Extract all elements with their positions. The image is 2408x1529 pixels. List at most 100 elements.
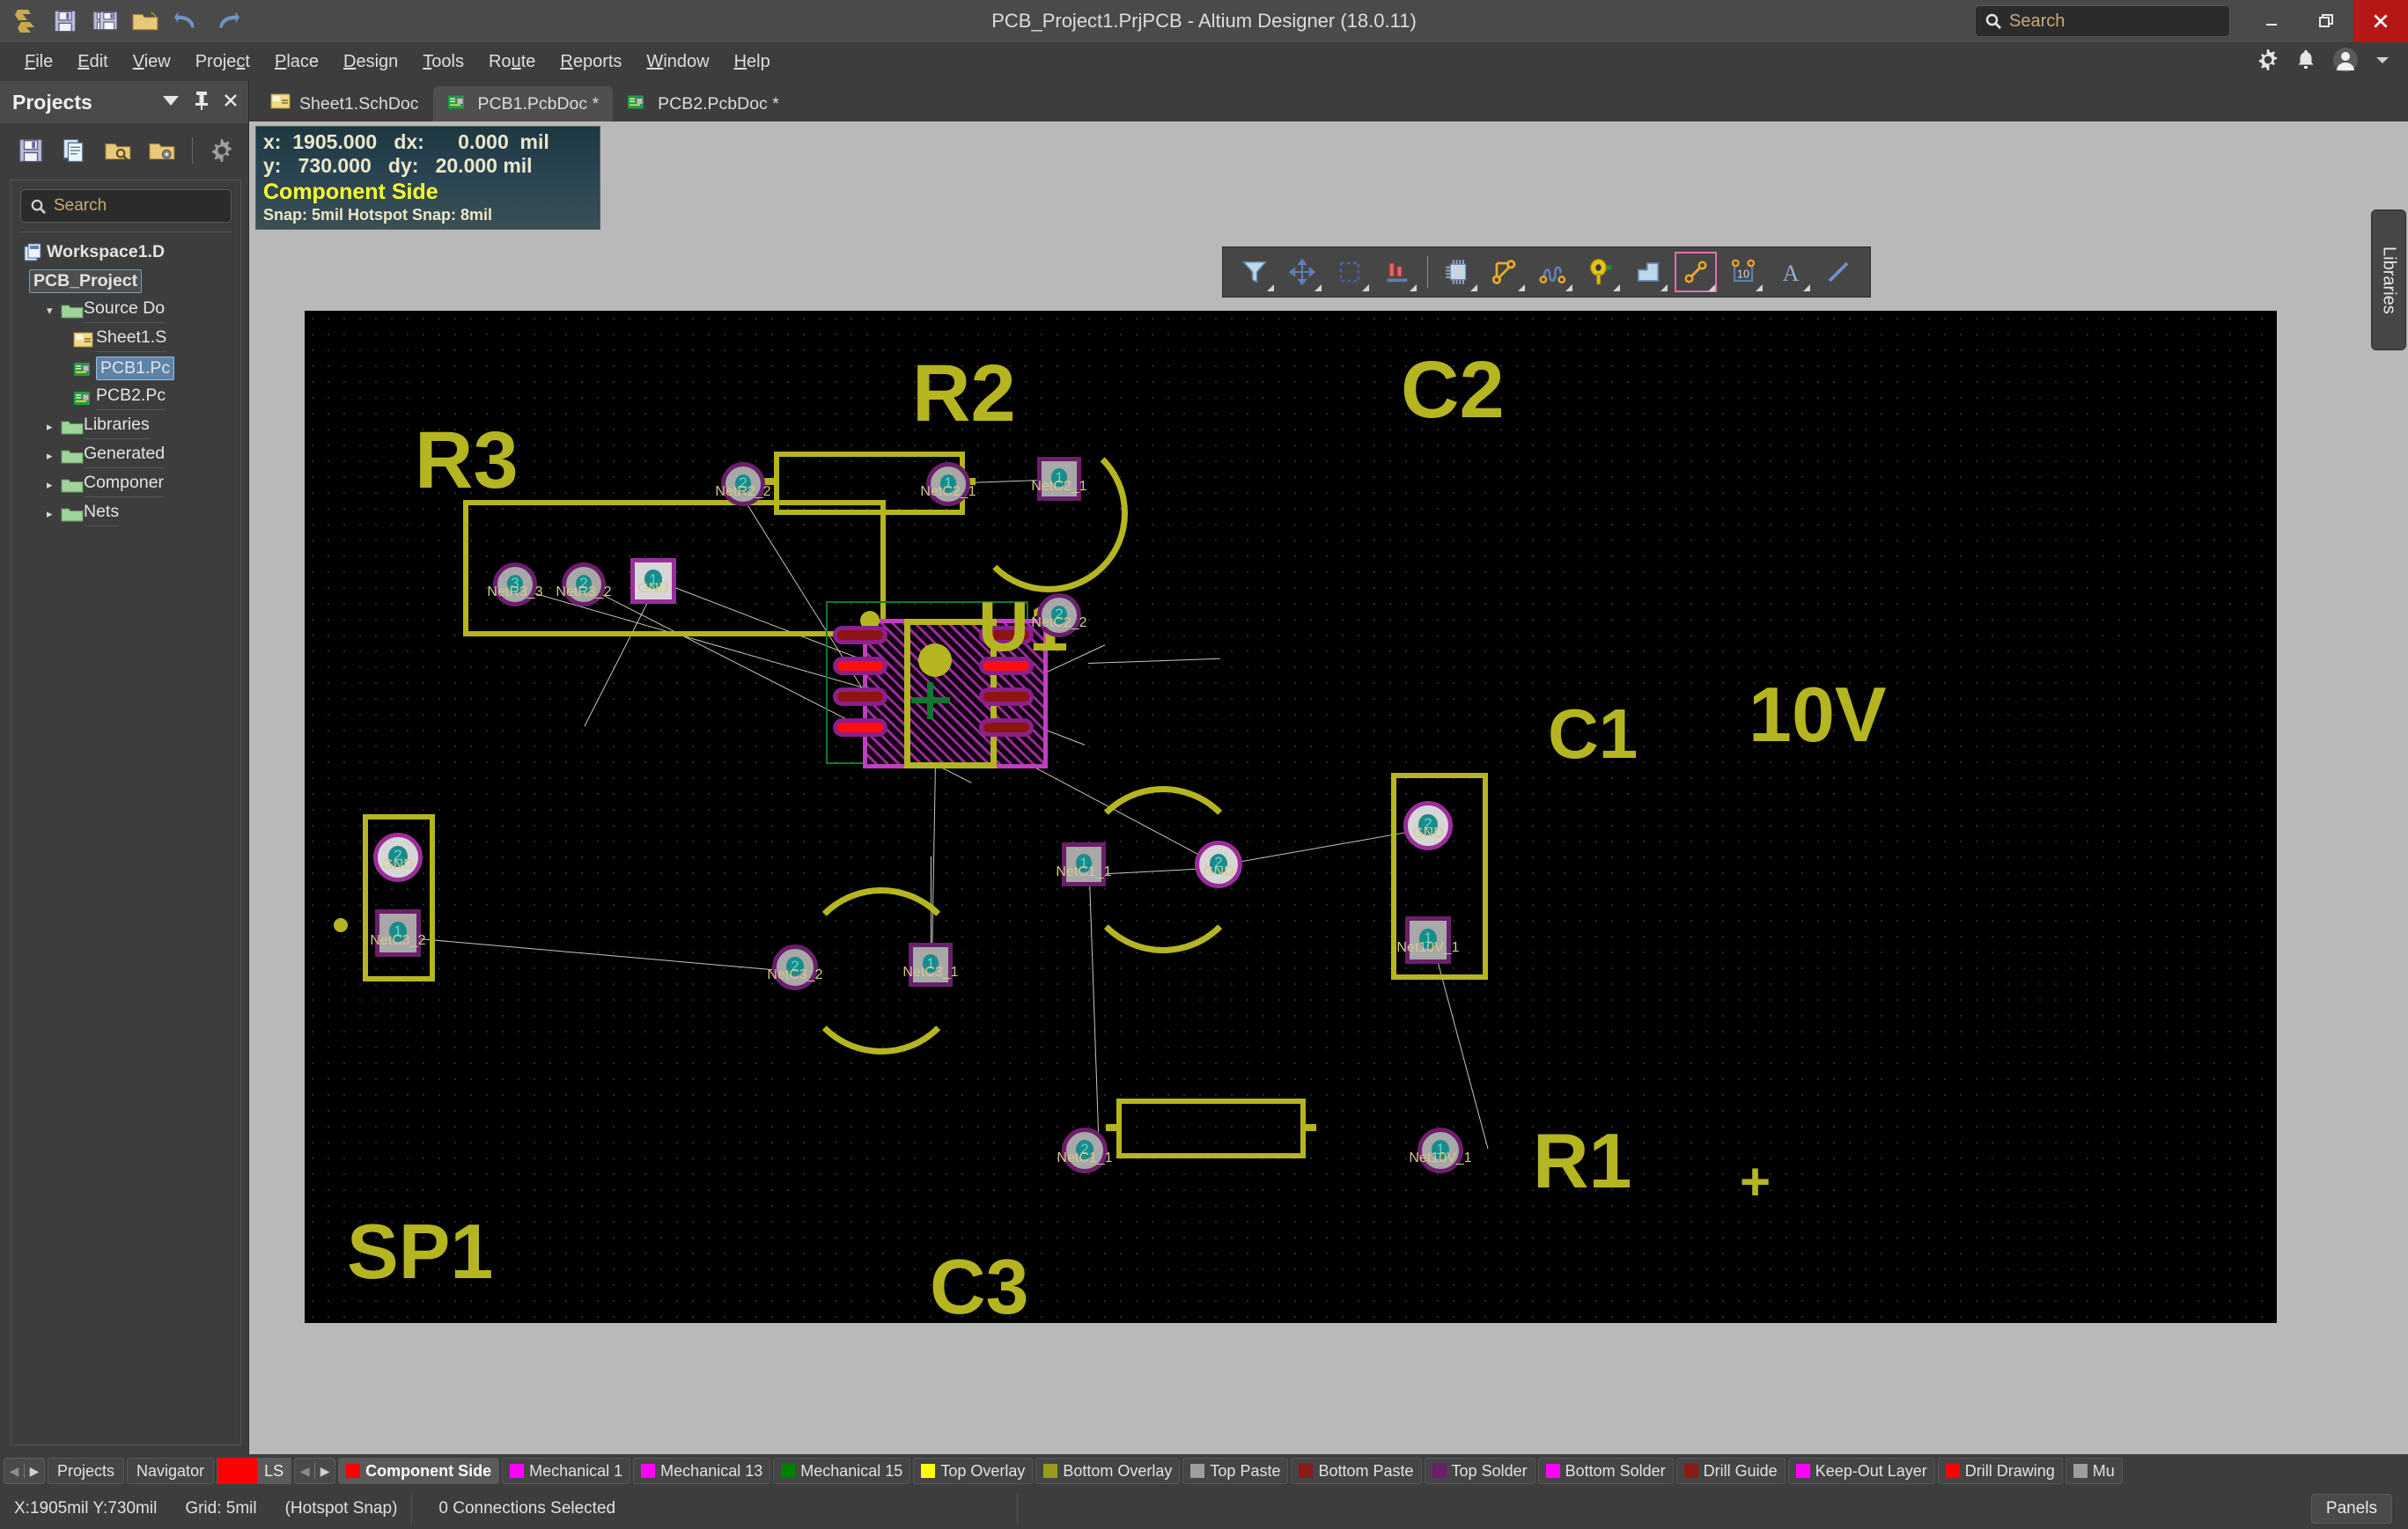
projects-search-input[interactable]: Search <box>20 189 232 223</box>
interactive-routing-icon[interactable] <box>1483 250 1528 294</box>
panels-button[interactable]: Panels <box>2310 1493 2392 1524</box>
layer-tab-nav[interactable]: ◀ ▶ <box>294 1458 336 1484</box>
pcb-canvas[interactable]: R3 R2 C2 U1 C1 10V SP1 C3 R1 + 2 NetR2_2… <box>249 121 2408 1454</box>
save-icon[interactable] <box>48 4 83 39</box>
u1-pad[interactable] <box>979 718 1034 737</box>
u1-pad[interactable] <box>833 718 887 737</box>
user-avatar-icon[interactable] <box>2332 47 2359 77</box>
layer-tab-bottom-solder[interactable]: Bottom Solder <box>1537 1458 1674 1484</box>
u1-pad[interactable] <box>833 657 887 675</box>
tree-item-nets[interactable]: ▸ Nets <box>11 499 240 528</box>
differential-pair-icon[interactable] <box>1530 250 1576 294</box>
pad-c2-1[interactable]: 1 NetC2_1 <box>1031 457 1087 501</box>
settings-icon[interactable] <box>202 130 242 171</box>
tree-item-pcb-project[interactable]: ▾ PCB_Project <box>11 267 240 296</box>
layer-tab-drill-drawing[interactable]: Drill Drawing <box>1937 1458 2063 1484</box>
menu-window[interactable]: Window <box>634 48 721 76</box>
tree-item-components[interactable]: ▸ Componer <box>11 470 240 499</box>
u1-pad[interactable] <box>833 626 887 644</box>
tree-item-generated[interactable]: ▸ Generated <box>11 441 240 470</box>
place-track-icon[interactable] <box>1815 250 1861 294</box>
pad-r3-2[interactable]: 2 NetR3_2 <box>556 562 612 606</box>
layer-tab-top-paste[interactable]: Top Paste <box>1182 1458 1289 1484</box>
menu-place[interactable]: Place <box>262 48 331 76</box>
pad-r1-1[interactable]: 1 Net10V_1 <box>1409 1128 1472 1173</box>
close-icon[interactable] <box>222 92 239 114</box>
tree-item-sheet1[interactable]: Sheet1.S <box>11 325 240 354</box>
pin-icon[interactable] <box>194 91 210 114</box>
close-button[interactable] <box>2353 0 2408 42</box>
place-string-icon[interactable]: A <box>1768 250 1814 294</box>
pad-sp1-2[interactable]: 2 GND <box>373 833 423 882</box>
save-all-icon[interactable] <box>88 4 123 39</box>
project-options-icon[interactable] <box>143 130 183 171</box>
minimize-button[interactable] <box>2244 0 2299 42</box>
menu-reports[interactable]: Reports <box>548 48 634 76</box>
place-pad-icon[interactable] <box>1578 250 1624 294</box>
pcb-board-area[interactable]: R3 R2 C2 U1 C1 10V SP1 C3 R1 + 2 NetR2_2… <box>305 311 2277 1330</box>
layer-tab-mechanical-15[interactable]: Mechanical 15 <box>773 1458 911 1484</box>
tree-item-workspace[interactable]: Workspace1.D <box>11 238 240 267</box>
panel-nav-next-icon[interactable]: ▶ <box>25 1464 44 1479</box>
layer-tab-drill-guide[interactable]: Drill Guide <box>1675 1458 1786 1484</box>
place-line-icon[interactable] <box>1673 250 1719 294</box>
layer-tab-top-solder[interactable]: Top Solder <box>1424 1458 1535 1484</box>
move-icon[interactable] <box>1279 250 1325 294</box>
bell-icon[interactable] <box>2295 48 2316 76</box>
align-icon[interactable] <box>1374 250 1420 294</box>
redo-icon[interactable] <box>210 4 245 39</box>
open-project-icon[interactable] <box>99 130 139 171</box>
layer-tab-bottom-overlay[interactable]: Bottom Overlay <box>1035 1458 1181 1484</box>
selection-rect-icon[interactable] <box>1327 250 1373 294</box>
tab-pcb2-pcbdoc[interactable]: PCB2.PcbDoc * <box>613 86 793 121</box>
place-dimension-icon[interactable]: 10 <box>1720 250 1766 294</box>
pad-r1-2[interactable]: 2 NetC1_1 <box>1057 1128 1113 1173</box>
filter-icon[interactable] <box>1232 250 1278 294</box>
menu-file[interactable]: File <box>12 48 65 76</box>
menu-edit[interactable]: Edit <box>65 48 120 76</box>
u1-pad[interactable] <box>979 687 1034 706</box>
expand-arrow-icon[interactable]: ▸ <box>47 420 61 434</box>
open-folder-icon[interactable] <box>129 4 164 39</box>
pad-10v-2[interactable]: 2 GND <box>1403 801 1453 850</box>
layer-set-selector[interactable]: LS <box>217 1458 292 1484</box>
pad-r3-1[interactable]: 1 GND <box>630 558 676 604</box>
copy-documents-icon[interactable] <box>55 130 95 171</box>
tree-item-source-documents[interactable]: ▾ Source Do <box>11 296 240 325</box>
menu-project[interactable]: Project <box>183 48 262 76</box>
layer-nav-next-icon[interactable]: ▶ <box>315 1464 335 1479</box>
expand-arrow-icon[interactable]: ▾ <box>47 304 61 318</box>
pad-r3-3[interactable]: 3 NetR3_3 <box>487 562 543 606</box>
tree-item-pcb2[interactable]: PCB2.Pc <box>11 383 240 412</box>
undo-icon[interactable] <box>169 4 204 39</box>
tree-item-libraries[interactable]: ▸ Libraries <box>11 412 240 441</box>
pad-r2-1[interactable]: 1 NetC2_1 <box>920 462 976 506</box>
pad-sp1-1[interactable]: 1 NetC3_2 <box>370 909 426 957</box>
menu-help[interactable]: Help <box>722 48 783 76</box>
layer-tab-component-side[interactable]: Component Side <box>338 1458 500 1484</box>
pad-c1-2[interactable]: 2 GND <box>1195 841 1242 888</box>
menu-tools[interactable]: Tools <box>410 48 476 76</box>
pad-c1-1[interactable]: 1 NetC1_1 <box>1056 842 1112 886</box>
place-component-icon[interactable] <box>1435 250 1481 294</box>
u1-pad[interactable] <box>833 687 887 706</box>
layer-tab-top-overlay[interactable]: Top Overlay <box>913 1458 1034 1484</box>
layer-nav-prev-icon[interactable]: ◀ <box>295 1464 314 1479</box>
layer-tab-keep-out-layer[interactable]: Keep-Out Layer <box>1787 1458 1935 1484</box>
menu-view[interactable]: View <box>121 48 183 76</box>
pad-c3-1[interactable]: 1 NetC3_1 <box>902 943 959 987</box>
panel-tab-nav[interactable]: ◀ ▶ <box>4 1458 45 1484</box>
layer-tab-multi-layer[interactable]: Mu <box>2065 1458 2123 1484</box>
panel-nav-prev-icon[interactable]: ◀ <box>4 1464 24 1479</box>
tree-item-pcb1[interactable]: PCB1.Pc <box>11 354 240 383</box>
menu-design[interactable]: Design <box>331 48 410 76</box>
layer-tab-mechanical-1[interactable]: Mechanical 1 <box>502 1458 631 1484</box>
panel-tab-projects[interactable]: Projects <box>48 1458 125 1484</box>
tab-sheet1-schdoc[interactable]: Sheet1.SchDoc <box>256 86 433 121</box>
panel-tab-navigator[interactable]: Navigator <box>127 1458 215 1484</box>
pad-10v-1[interactable]: 1 Net10V_1 <box>1396 916 1460 964</box>
layer-tab-bottom-paste[interactable]: Bottom Paste <box>1291 1458 1422 1484</box>
pad-c3-2[interactable]: 2 NetC3_2 <box>767 945 823 990</box>
tab-pcb1-pcbdoc[interactable]: PCB1.PcbDoc * <box>432 86 614 121</box>
global-search-input[interactable]: Search <box>1975 5 2230 37</box>
